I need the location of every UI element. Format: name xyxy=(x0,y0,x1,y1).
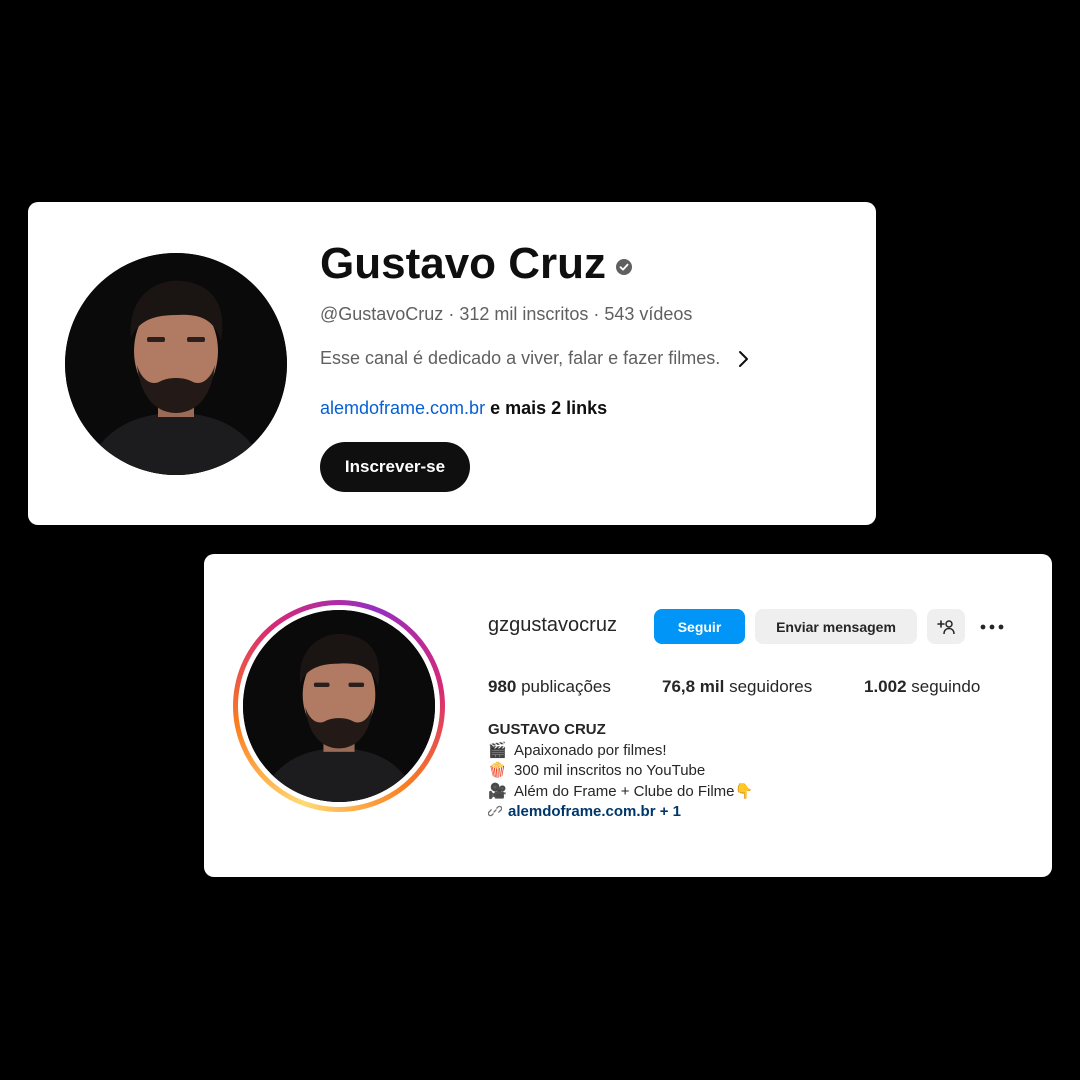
youtube-channel-card: Gustavo Cruz @GustavoCruz · 312 mil insc… xyxy=(28,202,876,525)
bio-line-1: 🎬 Apaixonado por filmes! xyxy=(488,741,753,762)
video-count: 543 vídeos xyxy=(604,304,693,324)
channel-name-text: Gustavo Cruz xyxy=(320,239,607,288)
channel-link[interactable]: alemdoframe.com.br xyxy=(320,398,485,418)
channel-links: alemdoframe.com.br e mais 2 links xyxy=(320,398,607,419)
instagram-bio: GUSTAVO CRUZ 🎬 Apaixonado por filmes! 🍿 30… xyxy=(488,720,753,823)
bio-text: Apaixonado por filmes! xyxy=(514,741,667,759)
followers-stat[interactable]: 76,8 mil seguidores xyxy=(662,677,812,697)
following-stat[interactable]: 1.002 seguindo xyxy=(864,677,980,697)
story-ring-gap xyxy=(238,605,440,807)
bio-text: Além do Frame + Clube do Filme👇 xyxy=(514,782,754,800)
more-options-icon[interactable] xyxy=(977,614,1007,640)
description-text: Esse canal é dedicado a viver, falar e f… xyxy=(320,348,721,368)
channel-handle: @GustavoCruz xyxy=(320,304,444,324)
followers-count: 76,8 mil xyxy=(662,677,725,696)
chevron-right-icon xyxy=(739,350,749,367)
posts-label: publicações xyxy=(516,677,611,696)
portrait-image xyxy=(243,610,435,802)
instagram-avatar[interactable] xyxy=(243,610,435,802)
bio-text: 300 mil inscritos no YouTube xyxy=(514,762,706,779)
bio-name: GUSTAVO CRUZ xyxy=(488,721,606,738)
posts-stat: 980 publicações xyxy=(488,677,611,697)
send-message-button[interactable]: Enviar mensagem xyxy=(755,609,917,644)
suggested-accounts-button[interactable] xyxy=(927,609,965,644)
instagram-username: gzgustavocruz xyxy=(488,614,617,636)
followers-label: seguidores xyxy=(724,677,813,696)
subscribe-button[interactable]: Inscrever-se xyxy=(320,442,470,492)
portrait-image xyxy=(65,253,287,475)
meta-separator: · xyxy=(588,304,605,324)
bio-link[interactable]: alemdoframe.com.br xyxy=(508,803,656,820)
movie-camera-emoji-icon: 🎥 xyxy=(488,782,507,800)
channel-name: Gustavo Cruz xyxy=(320,236,633,292)
subscriber-count: 312 mil inscritos xyxy=(459,304,589,324)
youtube-avatar[interactable] xyxy=(65,253,287,475)
verified-badge-icon xyxy=(616,259,633,275)
channel-meta: @GustavoCruz · 312 mil inscritos · 543 v… xyxy=(320,304,692,325)
bio-line-2: 🍿 300 mil inscritos no YouTube xyxy=(488,761,753,782)
more-links[interactable]: e mais 2 links xyxy=(485,398,607,418)
add-person-icon xyxy=(937,619,955,634)
following-label: seguindo xyxy=(906,677,981,696)
popcorn-emoji-icon: 🍿 xyxy=(488,762,507,779)
meta-separator: · xyxy=(443,304,460,324)
clapperboard-emoji-icon: 🎬 xyxy=(488,741,507,759)
channel-description[interactable]: Esse canal é dedicado a viver, falar e f… xyxy=(320,348,750,369)
posts-count: 980 xyxy=(488,677,517,696)
bio-link-extra[interactable]: + 1 xyxy=(656,803,681,820)
story-ring[interactable] xyxy=(233,600,445,812)
following-count: 1.002 xyxy=(864,677,907,696)
link-icon xyxy=(488,805,502,817)
bio-link-line[interactable]: alemdoframe.com.br + 1 xyxy=(488,802,753,823)
instagram-profile-card: gzgustavocruz Seguir Enviar mensagem 980… xyxy=(204,554,1052,877)
bio-line-3: 🎥 Além do Frame + Clube do Filme👇 xyxy=(488,782,753,803)
follow-button[interactable]: Seguir xyxy=(654,609,745,644)
